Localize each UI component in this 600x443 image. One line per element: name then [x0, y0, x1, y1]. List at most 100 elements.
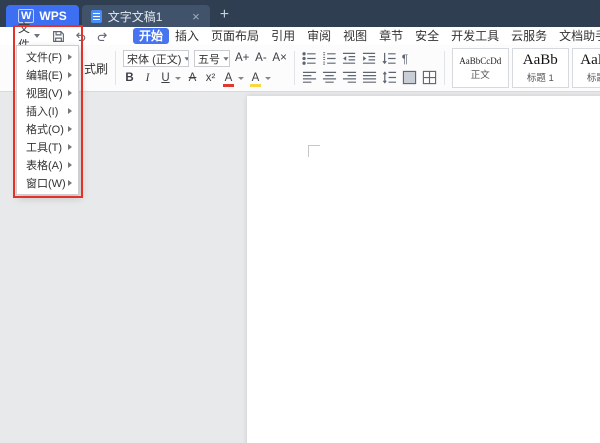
menu-item-label: 文件(F) — [26, 52, 63, 64]
italic-button[interactable]: I — [141, 71, 154, 86]
align-left-icon[interactable] — [302, 70, 317, 85]
menu-item-insert[interactable]: 插入(I) — [17, 102, 78, 120]
wps-writer-window: W WPS 文字文稿1 × + 文件 开始 — [0, 0, 600, 443]
quick-access-toolbar — [52, 30, 109, 43]
shrink-font-button[interactable]: A- — [254, 51, 267, 66]
undo-icon[interactable] — [74, 30, 87, 43]
tab-security[interactable]: 安全 — [409, 28, 445, 44]
ribbon-tabs: 开始 插入 页面布局 引用 审阅 视图 章节 安全 开发工具 云服务 文档助手 — [133, 28, 600, 44]
menu-item-table[interactable]: 表格(A) — [17, 156, 78, 174]
document-area — [0, 93, 600, 443]
align-center-icon[interactable] — [322, 70, 337, 85]
style-sample: AaBbCcDd — [459, 55, 502, 66]
menu-item-file[interactable]: 文件(F) — [17, 48, 78, 66]
menu-item-label: 格式(O) — [26, 124, 64, 136]
font-name-combobox[interactable]: 宋体 (正文) — [123, 50, 190, 67]
ribbon: 式刷 宋体 (正文) 五号 A+ A- A× B I U A x² A A ¶ … — [0, 45, 600, 92]
submenu-arrow-icon — [68, 54, 72, 60]
margin-corner-mark — [308, 145, 320, 157]
menu-item-format[interactable]: 格式(O) — [17, 120, 78, 138]
file-menu-button[interactable]: 文件 — [13, 21, 45, 52]
paragraph-group: ¶ — [302, 51, 437, 85]
submenu-arrow-icon — [68, 180, 72, 186]
numbered-list-icon[interactable] — [322, 51, 337, 66]
strikethrough-button[interactable]: A — [186, 71, 199, 86]
document-tab-label: 文字文稿1 — [107, 9, 163, 24]
font-group: 宋体 (正文) 五号 A+ A- A× B I U A x² A A — [123, 50, 287, 87]
paragraph-mark-icon[interactable]: ¶ — [402, 52, 408, 66]
line-spacing-icon[interactable] — [382, 70, 397, 85]
save-icon[interactable] — [52, 30, 65, 43]
submenu-arrow-icon — [68, 72, 72, 78]
menu-item-tools[interactable]: 工具(T) — [17, 138, 78, 156]
styles-gallery: AaBbCcDd 正文 AaBb 标题 1 AaBb( 标题 2 — [451, 48, 600, 88]
superscript-button[interactable]: x² — [204, 71, 217, 86]
new-tab-button[interactable]: + — [220, 7, 229, 23]
justify-icon[interactable] — [362, 70, 377, 85]
titlebar: W WPS 文字文稿1 × + — [0, 0, 600, 27]
font-color-button[interactable]: A — [222, 71, 235, 87]
tab-page-layout[interactable]: 页面布局 — [205, 28, 265, 44]
tab-view[interactable]: 视图 — [337, 28, 373, 44]
ribbon-divider — [115, 51, 117, 85]
wps-home-tab-label: WPS — [39, 9, 67, 23]
tab-references[interactable]: 引用 — [265, 28, 301, 44]
tab-section[interactable]: 章节 — [373, 28, 409, 44]
menubar: 文件 开始 插入 页面布局 引用 审阅 视图 章节 安全 开发工具 云服务 — [0, 21, 600, 52]
font-size-value: 五号 — [198, 53, 221, 66]
clear-format-button[interactable]: A× — [272, 51, 286, 66]
outdent-icon[interactable] — [342, 51, 357, 66]
sort-icon[interactable] — [382, 51, 397, 66]
tab-home[interactable]: 开始 — [133, 28, 170, 44]
style-label: 正文 — [470, 69, 490, 81]
format-painter-button-partial[interactable]: 式刷 — [84, 60, 108, 77]
chevron-down-icon — [34, 34, 41, 38]
document-icon — [90, 9, 102, 23]
style-heading-1[interactable]: AaBb 标题 1 — [511, 48, 569, 88]
submenu-arrow-icon — [68, 90, 72, 96]
chevron-down-icon[interactable] — [238, 77, 245, 80]
underline-button[interactable]: U — [159, 71, 172, 86]
grow-font-button[interactable]: A+ — [235, 51, 249, 66]
font-name-value: 宋体 (正文) — [127, 53, 182, 66]
close-tab-icon[interactable]: × — [191, 10, 201, 23]
chevron-down-icon — [223, 56, 229, 61]
chevron-down-icon[interactable] — [175, 77, 182, 80]
tab-developer-tools[interactable]: 开发工具 — [445, 28, 505, 44]
align-right-icon[interactable] — [342, 70, 357, 85]
bold-button[interactable]: B — [123, 71, 136, 86]
tab-cloud-service[interactable]: 云服务 — [505, 28, 553, 44]
menu-item-label: 编辑(E) — [26, 70, 63, 82]
style-sample: AaBb — [522, 52, 558, 68]
menu-item-window[interactable]: 窗口(W) — [17, 174, 78, 192]
document-tab[interactable]: 文字文稿1 × — [81, 5, 210, 27]
chevron-down-icon — [184, 56, 189, 61]
shading-icon[interactable] — [402, 70, 417, 85]
submenu-arrow-icon — [68, 126, 72, 132]
style-label: 标题 2 — [586, 73, 600, 84]
redo-icon[interactable] — [96, 30, 109, 43]
menu-item-label: 工具(T) — [26, 142, 63, 154]
menu-item-view[interactable]: 视图(V) — [17, 84, 78, 102]
submenu-arrow-icon — [68, 108, 72, 114]
menu-item-label: 视图(V) — [26, 88, 63, 100]
ribbon-divider — [443, 51, 445, 85]
menu-item-edit[interactable]: 编辑(E) — [17, 66, 78, 84]
tab-review[interactable]: 审阅 — [301, 28, 337, 44]
style-heading-2[interactable]: AaBb( 标题 2 — [571, 48, 600, 88]
document-page[interactable] — [247, 96, 600, 443]
borders-icon[interactable] — [422, 70, 437, 85]
indent-icon[interactable] — [362, 51, 377, 66]
style-normal[interactable]: AaBbCcDd 正文 — [451, 48, 509, 88]
bullet-list-icon[interactable] — [302, 51, 317, 66]
menu-item-label: 窗口(W) — [26, 178, 66, 190]
submenu-arrow-icon — [68, 162, 72, 168]
tab-insert[interactable]: 插入 — [169, 28, 205, 44]
ribbon-divider — [293, 51, 295, 85]
highlight-button[interactable]: A — [249, 71, 262, 87]
submenu-arrow-icon — [68, 144, 72, 150]
chevron-down-icon[interactable] — [265, 77, 272, 80]
tab-document-assistant[interactable]: 文档助手 — [553, 28, 600, 44]
wps-home-tab[interactable]: W WPS — [6, 5, 79, 27]
font-size-combobox[interactable]: 五号 — [194, 50, 231, 67]
